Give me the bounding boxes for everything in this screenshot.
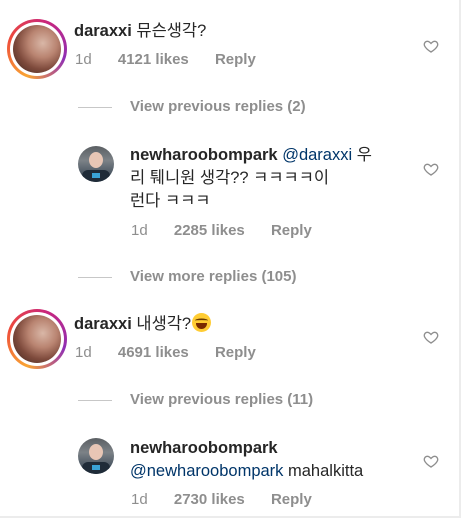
comment-text-line: 리 퉤니원 생각?? ㅋㅋㅋㅋ이 — [130, 169, 330, 187]
comment-age: 1d — [131, 222, 148, 239]
view-replies-label[interactable]: View more replies (105) — [130, 268, 296, 285]
avatar[interactable] — [7, 309, 67, 369]
likes-count[interactable]: 4121 likes — [118, 51, 189, 68]
heart-outline-icon[interactable] — [423, 38, 439, 54]
comment-text-line: 런다 ㅋㅋㅋ — [130, 192, 211, 210]
reply-button[interactable]: Reply — [271, 491, 312, 508]
likes-count[interactable]: 4691 likes — [118, 344, 189, 361]
comment-text: 내생각? — [136, 315, 192, 333]
likes-count[interactable]: 2730 likes — [174, 491, 245, 508]
avatar[interactable] — [78, 146, 114, 182]
likes-count[interactable]: 2285 likes — [174, 222, 245, 239]
comment-text: 우 — [352, 146, 372, 164]
comment-body: daraxxi 내생각? — [74, 313, 212, 335]
heart-outline-icon[interactable] — [423, 161, 439, 177]
reply-button[interactable]: Reply — [215, 344, 256, 361]
mention-link[interactable]: @newharoobompark — [130, 462, 283, 480]
comment-body: newharoobompark @daraxxi 우 — [130, 144, 372, 166]
comment-body-line2: @newharoobompark mahalkitta — [130, 460, 363, 482]
thread-divider — [78, 277, 112, 278]
comment-age: 1d — [131, 491, 148, 508]
comment-age: 1d — [75, 51, 92, 68]
grinning-squinting-face-emoji-icon — [192, 313, 212, 332]
heart-outline-icon[interactable] — [423, 453, 439, 469]
username[interactable]: newharoobompark — [130, 146, 278, 164]
comment-text: 뮤슨생각? — [136, 22, 207, 40]
comment-text: mahalkitta — [283, 462, 364, 480]
username[interactable]: newharoobompark — [130, 439, 278, 457]
mention-link[interactable]: @daraxxi — [282, 146, 352, 164]
thread-divider — [78, 107, 112, 108]
comments-panel: daraxxi 뮤슨생각? 1d 4121 likes Reply View p… — [0, 0, 461, 518]
comment-meta: 1d 2730 likes Reply — [131, 491, 312, 508]
username[interactable]: daraxxi — [74, 315, 132, 333]
view-replies-label[interactable]: View previous replies (2) — [130, 98, 306, 115]
reply-button[interactable]: Reply — [215, 51, 256, 68]
comment-meta: 1d 4121 likes Reply — [75, 51, 256, 68]
avatar[interactable] — [7, 19, 67, 79]
comment-body: newharoobompark — [130, 437, 278, 459]
heart-outline-icon[interactable] — [423, 329, 439, 345]
comment-meta: 1d 4691 likes Reply — [75, 344, 256, 361]
comment-age: 1d — [75, 344, 92, 361]
comment-meta: 1d 2285 likes Reply — [131, 222, 312, 239]
view-replies-label[interactable]: View previous replies (11) — [130, 391, 313, 408]
avatar[interactable] — [78, 438, 114, 474]
reply-button[interactable]: Reply — [271, 222, 312, 239]
comment-body: daraxxi 뮤슨생각? — [74, 20, 206, 42]
username[interactable]: daraxxi — [74, 22, 132, 40]
thread-divider — [78, 400, 112, 401]
